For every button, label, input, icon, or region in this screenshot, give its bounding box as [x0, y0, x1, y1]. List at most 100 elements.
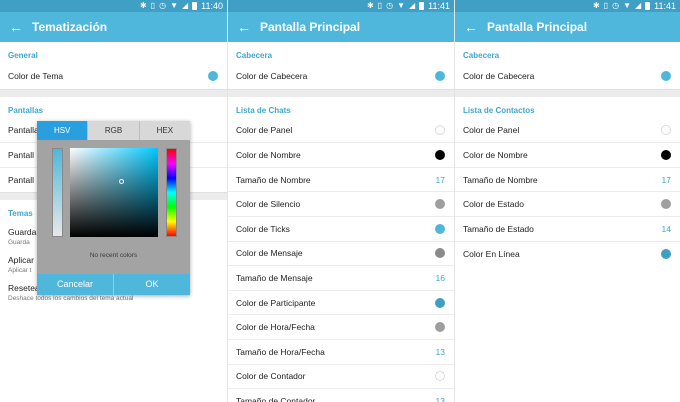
setting-label: Color de Panel — [463, 125, 520, 136]
wifi-icon: ▼ — [397, 1, 405, 10]
back-arrow-icon[interactable]: ← — [455, 12, 487, 42]
setting-color-cabecera[interactable]: Color de Cabecera — [455, 64, 680, 89]
app-bar: ← Tematización — [0, 12, 227, 42]
app-bar: ← Pantalla Principal — [228, 12, 454, 42]
setting-row[interactable]: Color de Estado — [455, 192, 680, 217]
setting-label: Tamaño de Contador — [236, 396, 316, 402]
color-swatch — [661, 71, 671, 82]
section-divider — [455, 88, 680, 97]
color-swatch — [435, 199, 445, 210]
color-swatch — [661, 248, 671, 259]
tab-rgb[interactable]: RGB — [88, 121, 140, 140]
size-value: 16 — [435, 272, 445, 283]
color-swatch — [661, 199, 671, 210]
setting-label: Color de Hora/Fecha — [236, 322, 315, 333]
setting-row[interactable]: Tamaño de Nombre 17 — [228, 168, 454, 193]
bluetooth-icon: ✱ — [139, 1, 147, 10]
setting-label: Tamaño de Nombre — [463, 174, 538, 185]
section-header-lista-chats: Lista de Chats — [236, 105, 291, 115]
setting-label: Tamaño de Mensaje — [236, 272, 313, 283]
page-title: Pantalla Principal — [260, 20, 361, 34]
setting-row[interactable]: Color de Panel — [455, 119, 680, 144]
size-value: 13 — [435, 346, 445, 357]
setting-label: Color de Panel — [236, 125, 293, 136]
setting-label: Color de Nombre — [236, 149, 301, 160]
setting-row[interactable]: Tamaño de Mensaje 16 — [228, 266, 454, 291]
setting-row[interactable]: Tamaño de Hora/Fecha 13 — [228, 340, 454, 365]
hue-slider[interactable] — [166, 148, 177, 237]
signal-icon: ◢ — [634, 1, 642, 10]
clock: 11:40 — [201, 1, 223, 11]
cancel-button[interactable]: Cancelar — [37, 274, 114, 295]
dialog-buttons: Cancelar OK — [37, 274, 190, 295]
setting-row[interactable]: Color de Nombre — [455, 143, 680, 168]
bluetooth-icon: ✱ — [366, 1, 374, 10]
setting-row[interactable]: Color En Línea — [455, 242, 680, 267]
setting-row[interactable]: Color de Mensaje — [228, 242, 454, 267]
screen-tematizacion: ✱ ▯ ◷ ▼ ◢ 11:40 ← Tematización General C… — [0, 0, 227, 402]
alpha-slider[interactable] — [52, 148, 63, 237]
setting-label: Color de Estado — [463, 199, 524, 210]
setting-label: Color En Línea — [463, 248, 520, 259]
screen-pantalla-principal-contactos: ✱ ▯ ◷ ▼ ◢ 11:41 ← Pantalla Principal Cab… — [454, 0, 680, 402]
ok-button[interactable]: OK — [114, 274, 190, 295]
settings-list: Color de Panel Color de Nombre Tamaño de N… — [455, 119, 680, 267]
color-swatch — [435, 248, 445, 259]
status-bar: ✱ ▯ ◷ ▼ ◢ 11:41 — [455, 0, 680, 12]
battery-icon — [419, 2, 425, 10]
setting-row[interactable]: Color de Silencio — [228, 192, 454, 217]
setting-row[interactable]: Color de Nombre — [228, 143, 454, 168]
color-swatch — [661, 125, 671, 136]
setting-color-cabecera[interactable]: Color de Cabecera — [228, 64, 454, 89]
clock: 11:41 — [654, 1, 676, 11]
vibrate-icon: ▯ — [150, 1, 156, 10]
color-swatch — [435, 223, 445, 234]
color-picker-dialog: HSV RGB HEX No recent colors Cancelar OK — [37, 121, 190, 295]
saturation-value-square[interactable] — [70, 148, 158, 237]
battery-icon — [645, 2, 651, 10]
picker-tabs: HSV RGB HEX — [37, 121, 190, 140]
status-bar: ✱ ▯ ◷ ▼ ◢ 11:41 — [228, 0, 454, 12]
clock: 11:41 — [428, 1, 450, 11]
back-arrow-icon[interactable]: ← — [228, 12, 260, 42]
tab-hsv[interactable]: HSV — [37, 121, 89, 140]
wifi-icon: ▼ — [170, 1, 178, 10]
battery-icon — [192, 2, 198, 10]
bluetooth-icon: ✱ — [592, 1, 600, 10]
setting-row[interactable]: Tamaño de Estado 14 — [455, 217, 680, 242]
wifi-icon: ▼ — [623, 1, 631, 10]
section-header-lista-contactos: Lista de Contactos — [463, 105, 535, 115]
setting-row[interactable]: Color de Hora/Fecha — [228, 315, 454, 340]
signal-icon: ◢ — [408, 1, 416, 10]
section-divider — [228, 88, 454, 97]
setting-label: Tamaño de Hora/Fecha — [236, 346, 325, 357]
setting-label: Color de Cabecera — [236, 71, 308, 82]
page-title: Pantalla Principal — [487, 20, 588, 34]
size-value: 13 — [435, 396, 445, 402]
setting-label: Color de Silencio — [236, 199, 301, 210]
setting-row[interactable]: Color de Participante — [228, 291, 454, 316]
setting-label: Color de Contador — [236, 371, 306, 382]
color-swatch — [435, 125, 445, 136]
recent-colors-label: No recent colors — [89, 252, 138, 259]
color-swatch — [435, 71, 445, 82]
size-value: 17 — [661, 174, 671, 185]
vibrate-icon: ▯ — [603, 1, 609, 10]
picker-cursor[interactable] — [119, 179, 124, 184]
setting-row[interactable]: Color de Contador — [228, 365, 454, 390]
setting-row[interactable]: Color de Ticks — [228, 217, 454, 242]
screen-pantalla-principal-chats: ✱ ▯ ◷ ▼ ◢ 11:41 ← Pantalla Principal Cab… — [227, 0, 454, 402]
alarm-icon: ◷ — [159, 1, 167, 10]
back-arrow-icon[interactable]: ← — [0, 12, 32, 42]
alarm-icon: ◷ — [612, 1, 620, 10]
tab-hex[interactable]: HEX — [139, 121, 190, 140]
section-header-cabecera: Cabecera — [236, 51, 273, 60]
setting-label: Tamaño de Estado — [463, 223, 534, 234]
setting-row[interactable]: Tamaño de Nombre 17 — [455, 168, 680, 193]
setting-row[interactable]: Color de Panel — [228, 119, 454, 144]
setting-label: Color de Mensaje — [236, 248, 303, 259]
setting-row[interactable]: Tamaño de Contador 13 — [228, 389, 454, 402]
setting-label: Color de Participante — [236, 297, 316, 308]
color-swatch — [435, 297, 445, 308]
size-value: 17 — [435, 174, 445, 185]
